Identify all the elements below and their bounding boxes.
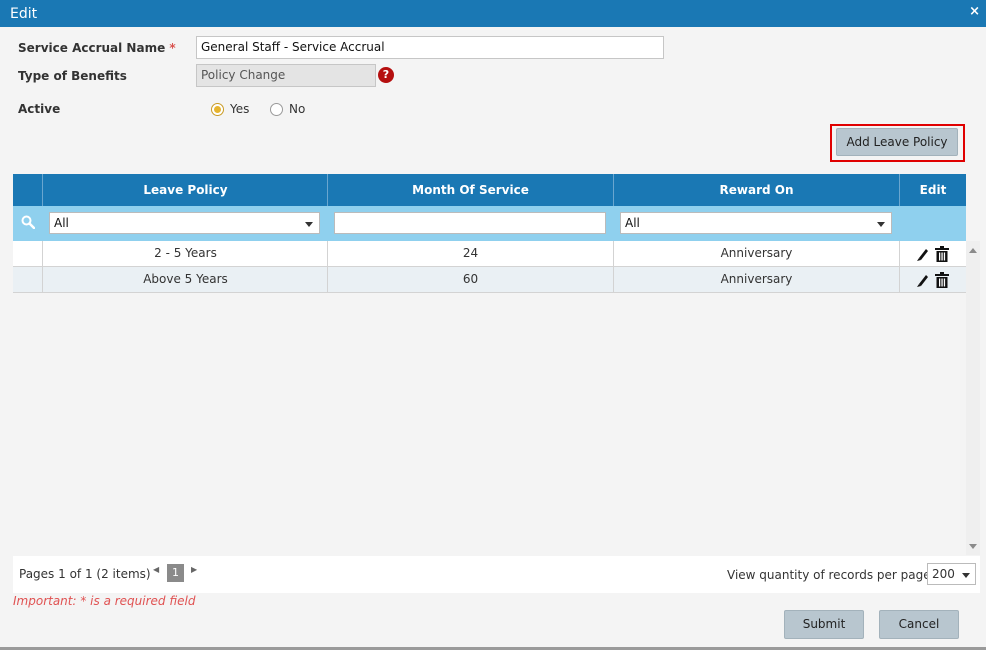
- grid-vertical-scrollbar[interactable]: [966, 241, 980, 555]
- row-selector[interactable]: [13, 241, 43, 266]
- service-accrual-name-label-text: Service Accrual Name: [18, 41, 166, 55]
- active-label: Active: [18, 102, 61, 116]
- cell-reward-on: Anniversary: [613, 267, 899, 292]
- prev-page-icon[interactable]: ◀: [153, 565, 159, 574]
- header-reward-on[interactable]: Reward On: [613, 174, 899, 206]
- trash-icon[interactable]: [934, 271, 950, 288]
- grid-header-blank: [13, 174, 43, 206]
- grid-pager: Pages 1 of 1 (2 items) ◀ 1 ▶ View quanti…: [13, 556, 980, 593]
- pencil-icon[interactable]: [916, 272, 930, 288]
- required-field-note: Important: * is a required field: [13, 594, 196, 608]
- cell-actions: [899, 267, 966, 292]
- cell-reward-on: Anniversary: [613, 241, 899, 266]
- next-page-icon[interactable]: ▶: [191, 565, 197, 574]
- cell-month-of-service: 24: [327, 241, 613, 266]
- dialog-body: [0, 27, 986, 647]
- search-icon: [21, 215, 35, 229]
- dialog-titlebar: Edit ×: [0, 0, 986, 27]
- dialog-title: Edit: [10, 6, 38, 22]
- type-of-benefits-label: Type of Benefits: [18, 69, 127, 83]
- active-no-radio[interactable]: No: [270, 102, 305, 116]
- reward-on-filter-value: All: [625, 216, 640, 230]
- required-mark: *: [169, 41, 176, 55]
- grid-header-row: Leave Policy Month Of Service Reward On …: [13, 174, 966, 206]
- scroll-up-icon[interactable]: [969, 248, 977, 253]
- trash-icon[interactable]: [934, 245, 950, 262]
- header-month-of-service[interactable]: Month Of Service: [327, 174, 613, 206]
- service-accrual-name-input[interactable]: General Staff - Service Accrual: [196, 36, 664, 59]
- grid-filter-row: All All: [13, 206, 966, 241]
- submit-button[interactable]: Submit: [784, 610, 864, 639]
- active-yes-radio[interactable]: Yes: [211, 102, 249, 116]
- chevron-down-icon: [305, 222, 313, 227]
- leave-policy-filter-value: All: [54, 216, 69, 230]
- chevron-down-icon: [962, 573, 970, 578]
- add-leave-policy-button[interactable]: Add Leave Policy: [836, 128, 958, 156]
- help-icon[interactable]: ?: [378, 67, 394, 83]
- records-per-page-label: View quantity of records per page: [727, 568, 931, 582]
- cell-actions: [899, 241, 966, 266]
- pager-info: Pages 1 of 1 (2 items): [19, 567, 151, 581]
- cancel-button[interactable]: Cancel: [879, 610, 959, 639]
- cell-leave-policy: 2 - 5 Years: [42, 241, 328, 266]
- scroll-down-icon[interactable]: [969, 544, 977, 549]
- records-per-page-value: 200: [932, 567, 955, 581]
- table-row[interactable]: Above 5 Years 60 Anniversary: [13, 267, 966, 293]
- service-accrual-name-label: Service Accrual Name *: [18, 41, 176, 55]
- chevron-down-icon: [877, 222, 885, 227]
- radio-unchecked-icon: [270, 102, 283, 116]
- header-leave-policy[interactable]: Leave Policy: [42, 174, 328, 206]
- type-of-benefits-field: Policy Change: [196, 64, 376, 87]
- active-no-label: No: [289, 102, 306, 116]
- cell-leave-policy: Above 5 Years: [42, 267, 328, 292]
- radio-checked-icon: [211, 102, 224, 116]
- reward-on-filter-select[interactable]: All: [620, 212, 892, 234]
- row-selector[interactable]: [13, 267, 43, 292]
- cell-month-of-service: 60: [327, 267, 613, 292]
- records-per-page-select[interactable]: 200: [927, 563, 976, 585]
- table-row[interactable]: 2 - 5 Years 24 Anniversary: [13, 241, 966, 267]
- page-1-button[interactable]: 1: [167, 564, 184, 582]
- active-yes-label: Yes: [230, 102, 250, 116]
- close-icon[interactable]: ×: [969, 4, 980, 19]
- pencil-icon[interactable]: [916, 246, 930, 262]
- leave-policy-filter-select[interactable]: All: [49, 212, 320, 234]
- header-edit: Edit: [899, 174, 966, 206]
- month-of-service-filter-input[interactable]: [334, 212, 606, 234]
